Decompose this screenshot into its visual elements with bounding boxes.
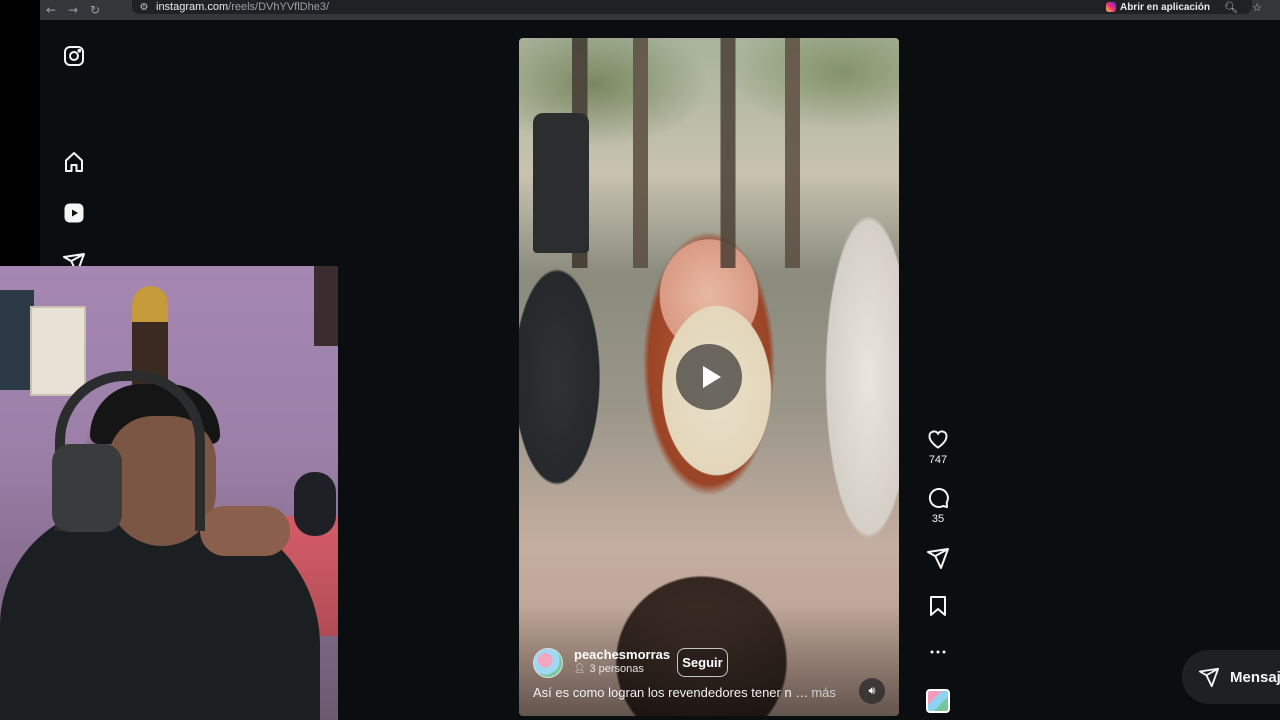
browser-toolbar: ← → ↻ ⚙ instagram.com/reels/DVhYVflDhe3/… [40,0,1280,20]
home-icon[interactable] [61,149,87,175]
headset-earcup [52,444,122,532]
webcam-overlay [0,266,338,720]
messages-label: Mensajes [1230,668,1280,686]
wall-poster [30,306,86,396]
collab-count-label: 3 personas [589,663,644,675]
instagram-logo-icon[interactable] [61,43,87,69]
open-in-app-button[interactable]: Abrir en aplicación [1105,0,1210,14]
speaker-icon: 🔊︎ [868,684,876,697]
comment-count: 35 [931,513,945,525]
bookmark-star-icon[interactable]: ☆ [1252,0,1262,14]
url-path: /reels/DVhYVflDhe3/ [228,1,330,13]
caption-text: Así es como logran los revendedores tene… [533,685,809,700]
direct-message-icon [1198,667,1220,688]
messages-button[interactable]: Mensajes [1182,650,1280,704]
heart-icon [928,430,948,449]
zoom-icon[interactable]: 🔍︎ [1224,0,1238,14]
screen: ← → ↻ ⚙ instagram.com/reels/DVhYVflDhe3/… [0,0,1280,720]
send-icon [927,548,949,569]
back-arrow-icon[interactable]: ← [40,0,62,20]
play-button[interactable] [676,344,742,410]
author-avatar[interactable] [533,648,563,678]
url-text[interactable]: instagram.com/reels/DVhYVflDhe3/ [156,1,329,13]
like-action[interactable]: 747 [920,427,956,466]
url-host: instagram.com [156,1,229,13]
like-count: 747 [928,454,948,466]
collab-count[interactable]: 👤︎ 3 personas [574,663,644,675]
caption-more-link[interactable]: más [811,685,836,700]
site-settings-icon[interactable]: ⚙ [132,0,156,14]
wall-poster [314,266,338,346]
bookmark-icon [930,596,946,616]
forward-arrow-icon[interactable]: → [62,0,84,20]
author-username[interactable]: peachesmorras [574,647,670,662]
reels-icon[interactable] [61,200,87,226]
audio-thumbnail[interactable] [926,689,950,713]
person-icon: 👤︎ [574,664,586,674]
address-bar[interactable]: ⚙ instagram.com/reels/DVhYVflDhe3/ [132,0,1252,14]
video-frame-object [533,113,589,253]
reel-video[interactable]: peachesmorras 👤︎ 3 personas Seguir Así e… [519,38,899,716]
reload-icon[interactable]: ↻ [84,0,106,20]
share-action[interactable] [920,546,956,570]
save-action[interactable] [920,594,956,618]
plush-toy [294,472,336,536]
streamer-hand [200,506,290,556]
ellipsis-icon [930,650,946,654]
volume-button[interactable]: 🔊︎ [859,678,885,704]
open-in-app-label: Abrir en aplicación [1119,1,1210,13]
comment-action[interactable]: 35 [920,486,956,525]
play-icon [702,366,721,388]
more-options-action[interactable] [920,640,956,664]
wall-poster [0,290,34,390]
follow-button[interactable]: Seguir [677,648,728,677]
instagram-app-icon [1105,2,1116,12]
comment-icon [928,488,949,508]
reel-caption[interactable]: Así es como logran los revendedores tene… [533,685,836,700]
